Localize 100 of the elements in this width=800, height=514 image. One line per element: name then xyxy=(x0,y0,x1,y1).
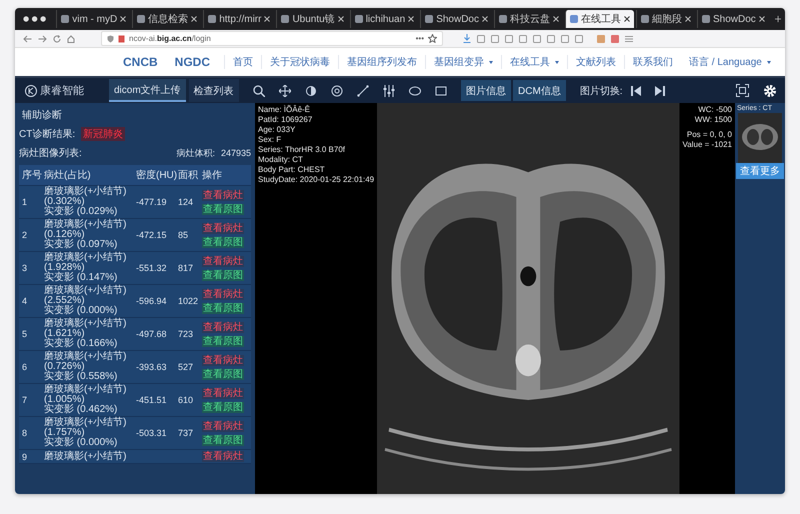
action-link[interactable]: 查看病灶 xyxy=(202,388,244,398)
nav-link[interactable]: 关于冠状病毒 xyxy=(261,55,338,69)
index-cell-text: 3 xyxy=(22,263,28,273)
ngdc-logo[interactable]: NGDC xyxy=(174,55,210,69)
fullscreen-icon[interactable] xyxy=(736,84,749,97)
close-icon[interactable] xyxy=(264,16,270,22)
nav-link[interactable]: 首页 xyxy=(224,55,262,69)
column-header: 密度(HU) xyxy=(136,168,176,182)
cncb-logo[interactable]: CNCB xyxy=(123,55,158,69)
index-cell-text: 7 xyxy=(22,395,28,405)
action-link[interactable]: 查看病灶 xyxy=(202,256,244,266)
window-controls-icon[interactable] xyxy=(23,15,46,23)
move-icon[interactable] xyxy=(279,84,291,96)
close-icon[interactable] xyxy=(624,16,630,22)
browser-tab[interactable]: 細胞段 xyxy=(636,10,695,28)
nav-link[interactable]: 联系我们 xyxy=(624,55,682,69)
close-icon[interactable] xyxy=(758,16,765,22)
nav-link[interactable]: 基因组变异 xyxy=(425,55,502,69)
browser-tab[interactable]: ShowDoc xyxy=(420,10,492,28)
nav-button[interactable]: dicom文件上传 xyxy=(109,79,186,102)
info-line: Name: ÌÕÂê-Ê xyxy=(258,105,312,115)
forward-arrow-icon[interactable] xyxy=(38,34,47,42)
tab-title: vim - myD xyxy=(72,14,118,24)
close-icon[interactable] xyxy=(338,16,344,22)
close-icon[interactable] xyxy=(408,16,414,22)
home-icon[interactable] xyxy=(67,34,75,42)
reload-icon[interactable] xyxy=(53,34,61,42)
consolidation-text: 实变影 (0.166%) xyxy=(44,339,118,349)
action-link[interactable]: 查看病灶 xyxy=(202,288,244,300)
line-icon[interactable] xyxy=(357,84,369,96)
lesion-share: (1.757%) xyxy=(44,428,85,438)
action-link[interactable]: 查看原图 xyxy=(202,270,244,280)
result-label: CT诊断结果: xyxy=(19,128,76,141)
nav-link[interactable]: 在线工具 xyxy=(501,55,568,69)
lesion-share: (0.302%) xyxy=(44,197,85,207)
back-arrow-icon[interactable] xyxy=(23,34,32,42)
favicon-icon xyxy=(137,15,146,23)
tab-title: ShowDoc xyxy=(713,14,756,24)
action-link[interactable]: 查看病灶 xyxy=(202,451,244,462)
close-icon[interactable] xyxy=(191,16,198,22)
switch-label: 图片切换: xyxy=(580,84,623,98)
info-line: Modality: CT xyxy=(258,155,304,165)
browser-tab[interactable]: Ubuntu镜 xyxy=(276,10,348,28)
action-link[interactable]: 查看原图 xyxy=(202,368,244,380)
series-thumbnail[interactable] xyxy=(738,113,782,163)
action-link[interactable]: 查看病灶 xyxy=(202,190,244,200)
info-button[interactable]: DCM信息 xyxy=(513,80,566,101)
browser-tab[interactable]: lichihuan xyxy=(350,10,418,28)
browser-tab[interactable]: 信息检索 xyxy=(132,10,202,28)
previous-icon[interactable] xyxy=(630,86,641,96)
settings-icon[interactable] xyxy=(763,84,777,98)
menu-icon[interactable] xyxy=(625,34,633,42)
nav-link[interactable]: 文献列表 xyxy=(567,55,624,69)
download-icon[interactable] xyxy=(463,34,471,43)
favicon-icon xyxy=(425,15,434,23)
action-link[interactable]: 查看原图 xyxy=(202,236,244,248)
next-icon[interactable] xyxy=(654,86,665,96)
close-icon[interactable] xyxy=(120,16,126,22)
close-icon[interactable] xyxy=(553,16,559,22)
area-cell-text: 1022 xyxy=(178,296,200,306)
language-menu[interactable]: 语言 / Language xyxy=(681,55,779,69)
search-icon[interactable] xyxy=(253,84,265,96)
nav-button[interactable]: 检查列表 xyxy=(188,79,239,102)
action-link[interactable]: 查看原图 xyxy=(202,336,244,346)
action-link[interactable]: 查看原图 xyxy=(202,204,244,214)
consolidation-text: 实变影 (0.558%) xyxy=(44,372,118,382)
density-cell-text: -551.32 xyxy=(136,263,168,273)
browser-tab[interactable]: ShowDoc xyxy=(697,10,769,28)
lesion-text: 磨玻璃影(+小结节) xyxy=(44,452,128,462)
action-link[interactable]: 查看病灶 xyxy=(202,420,244,432)
browser-tab[interactable]: vim - myD xyxy=(56,10,130,28)
consolidation-text: 实变影 (0.000%) xyxy=(44,438,118,448)
action-link[interactable]: 查看原图 xyxy=(202,402,244,412)
close-icon[interactable] xyxy=(685,16,691,22)
action-link[interactable]: 查看病灶 xyxy=(202,354,244,366)
density-cell-text: -393.63 xyxy=(136,362,168,372)
action-link[interactable]: 查看原图 xyxy=(202,302,244,314)
sliders-icon[interactable] xyxy=(383,84,395,96)
address-field[interactable]: ncov-ai.big.ac.cn/login ••• xyxy=(101,31,443,46)
contrast-icon[interactable] xyxy=(305,84,317,96)
browser-tab[interactable]: http://mirr xyxy=(203,10,274,28)
index-cell-text: 1 xyxy=(22,197,28,207)
action-link[interactable]: 查看病灶 xyxy=(202,222,244,234)
plus-icon[interactable] xyxy=(774,15,781,23)
browser-tab[interactable]: 在线工具 xyxy=(565,10,634,28)
more-button[interactable]: 查看更多 xyxy=(736,163,784,179)
close-icon[interactable] xyxy=(482,16,488,22)
star-icon[interactable] xyxy=(428,34,437,43)
favicon-icon xyxy=(570,15,578,23)
page-actions-button[interactable]: ••• xyxy=(416,34,424,43)
rectangle-icon[interactable] xyxy=(435,84,447,96)
info-button[interactable]: 图片信息 xyxy=(461,80,511,101)
ellipse-icon[interactable] xyxy=(409,84,421,96)
action-link[interactable]: 查看病灶 xyxy=(202,322,244,332)
action-link[interactable]: 查看原图 xyxy=(202,434,244,446)
nav-link[interactable]: 基因组序列发布 xyxy=(338,55,426,69)
logo-icon xyxy=(25,84,37,96)
tab-title: ShowDoc xyxy=(436,14,479,24)
lesion-text: 磨玻璃影(+小结节) xyxy=(44,319,128,329)
browser-tab[interactable]: 科技云盘 xyxy=(494,10,563,28)
